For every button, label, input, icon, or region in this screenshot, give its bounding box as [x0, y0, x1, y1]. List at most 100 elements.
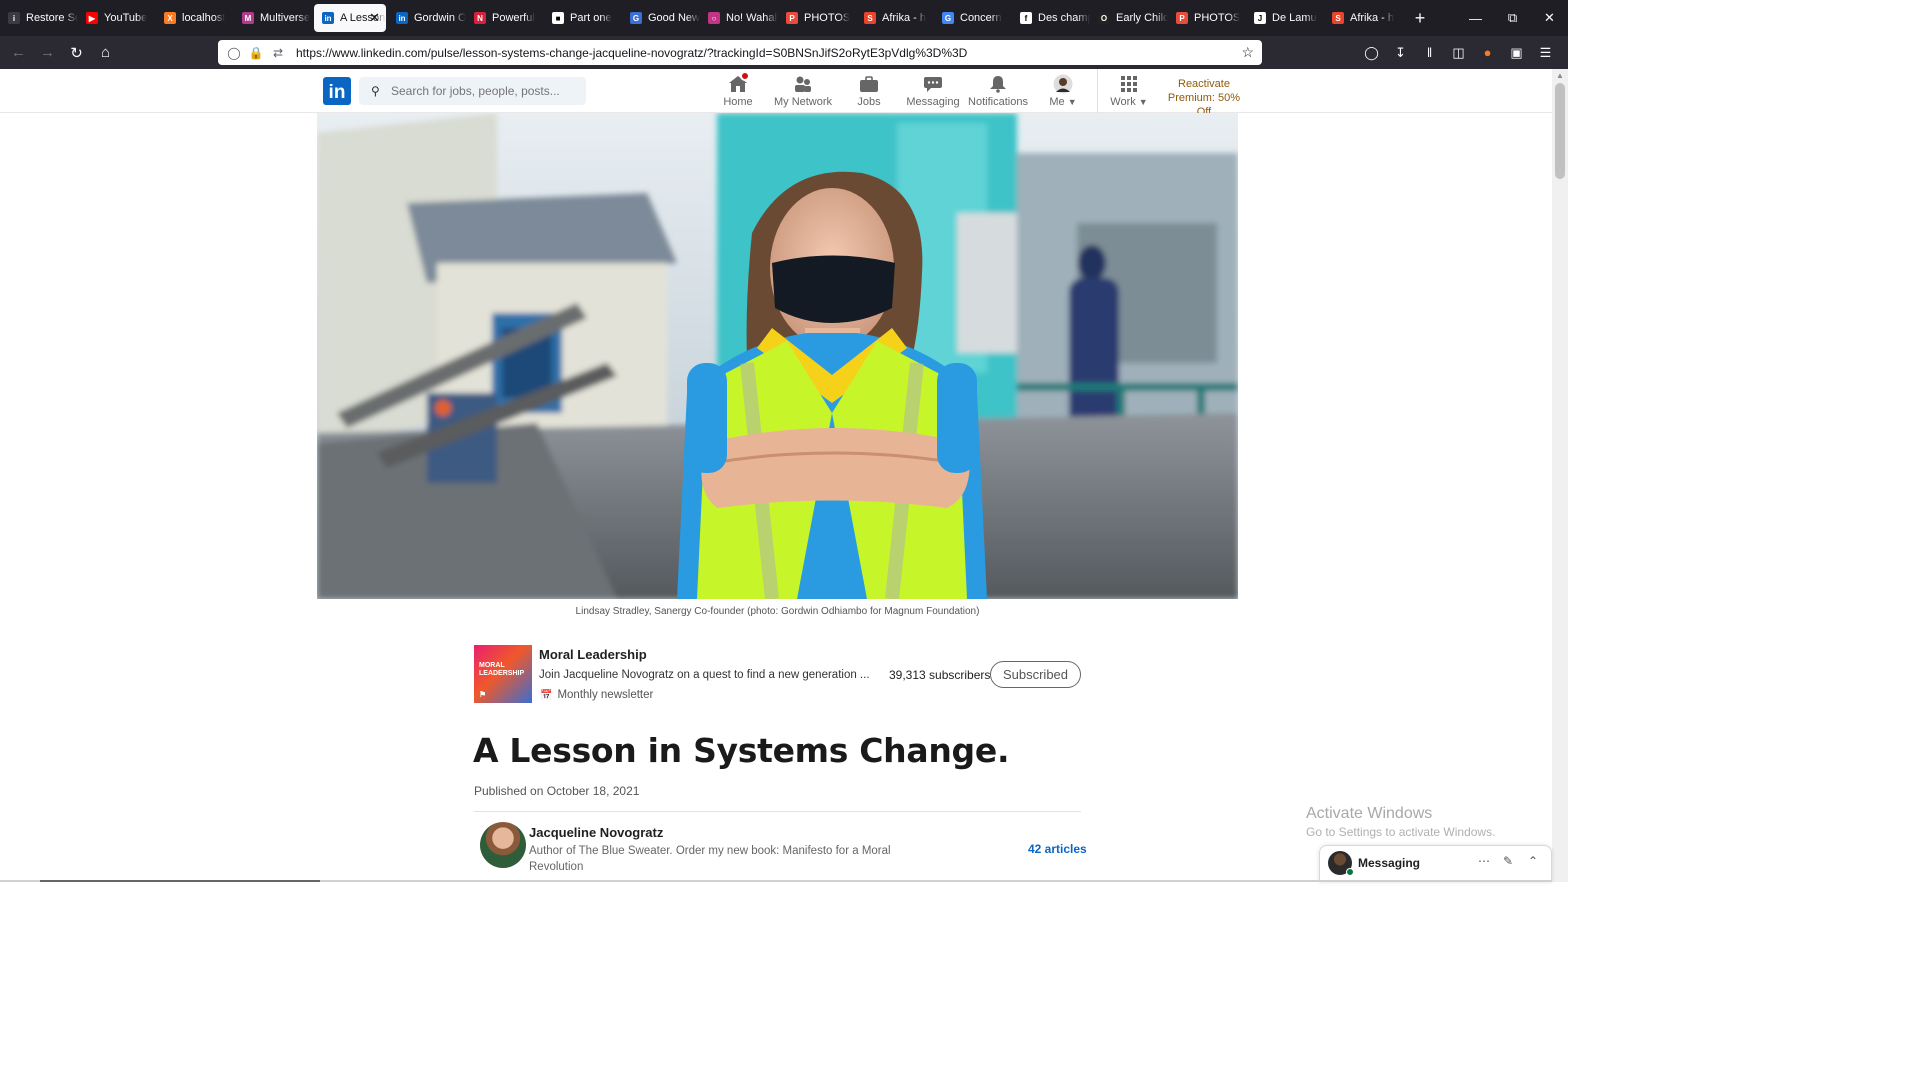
nav-work[interactable]: Work ▼	[1109, 69, 1149, 113]
tab-title: PHOTOS	[1194, 12, 1241, 24]
tab-title: Gordwin Odhiambo	[414, 12, 466, 24]
tab-title: Afrika - h	[1350, 12, 1395, 24]
search-input[interactable]	[391, 84, 571, 98]
nav-messaging[interactable]: Messaging	[906, 69, 960, 113]
browser-tab[interactable]: J De Lamu	[1246, 0, 1324, 36]
notification-badge	[740, 71, 750, 81]
nav-label: Messaging	[906, 96, 960, 108]
new-tab-button[interactable]: +	[1410, 8, 1430, 29]
article-hero-image	[317, 113, 1238, 599]
extension-icon[interactable]: ▣	[1502, 38, 1531, 67]
tab-title: De Lamu	[1272, 12, 1317, 24]
sidebar-icon[interactable]: ◫	[1444, 38, 1473, 67]
browser-tab[interactable]: S Afrika - h	[1324, 0, 1402, 36]
browser-tab[interactable]: S Afrika - h	[856, 0, 934, 36]
permissions-icon[interactable]: ⇄	[270, 45, 286, 61]
browser-tab[interactable]: G Good News	[622, 0, 700, 36]
nav-me[interactable]: Me ▼	[1048, 69, 1078, 113]
close-window-icon[interactable]: ✕	[1531, 0, 1568, 36]
bookmark-star-icon[interactable]: ☆	[1241, 44, 1254, 61]
published-date: Published on October 18, 2021	[474, 784, 640, 798]
scrollbar-thumb[interactable]	[1555, 83, 1565, 179]
tab-title: Good News	[648, 12, 700, 24]
shield-icon[interactable]: ◯	[226, 45, 242, 61]
menu-icon[interactable]: ☰	[1531, 38, 1560, 67]
linkedin-icon: in	[322, 12, 334, 24]
bottom-edge-segment	[40, 880, 320, 882]
calendar-icon: 📅	[540, 689, 553, 701]
browser-tab[interactable]: i Restore Session	[0, 0, 78, 36]
browser-tab[interactable]: G Concern	[934, 0, 1012, 36]
browser-tab[interactable]: Xlocalhost	[156, 0, 234, 36]
messaging-icon	[921, 74, 945, 94]
newsletter-title[interactable]: Moral Leadership	[539, 647, 647, 662]
s-icon: S	[1332, 12, 1344, 24]
home-icon[interactable]: ⌂	[91, 38, 120, 67]
tab-title: Part one	[570, 12, 612, 24]
browser-tab[interactable]: f Des champs	[1012, 0, 1090, 36]
linkedin-logo[interactable]: in	[323, 77, 351, 105]
more-options-icon[interactable]: ⋯	[1478, 854, 1490, 868]
nav-my-network[interactable]: My Network	[773, 69, 833, 113]
tab-title: Des champs	[1038, 12, 1090, 24]
messaging-widget[interactable]: Messaging ⋯ ✎ ⌃	[1319, 845, 1552, 882]
premium-line-1: Reactivate	[1178, 78, 1230, 90]
scroll-up-arrow-icon[interactable]: ▲	[1556, 71, 1564, 80]
reload-icon[interactable]: ↻	[62, 38, 91, 67]
messaging-title[interactable]: Messaging	[1358, 856, 1420, 870]
browser-tab[interactable]: N Powerful	[466, 0, 544, 36]
browser-tab[interactable]: ○ No! Wahala	[700, 0, 778, 36]
browser-tab[interactable]: O Early Childhood	[1090, 0, 1168, 36]
tab-title: Concern	[960, 12, 1002, 24]
url-bar[interactable]: ◯ 🔒 ⇄ https://www.linkedin.com/pulse/les…	[218, 40, 1262, 65]
tab-title: YouTube	[104, 12, 148, 24]
browser-tab[interactable]: ■ Part one	[544, 0, 622, 36]
mark-icon: ⚑	[479, 690, 487, 699]
browser-tab[interactable]: P PHOTOS	[1168, 0, 1246, 36]
extension-icon[interactable]: ●	[1473, 38, 1502, 67]
pocket-icon[interactable]: ◯	[1357, 38, 1386, 67]
activate-windows-subtitle: Go to Settings to activate Windows.	[1306, 825, 1496, 839]
image-caption: Lindsay Stradley, Sanergy Co-founder (ph…	[575, 606, 980, 617]
search-box[interactable]: ⚲	[359, 77, 586, 105]
doc-icon: ■	[552, 12, 564, 24]
browser-tab[interactable]: P PHOTOS	[778, 0, 856, 36]
browser-tab[interactable]: ▶ YouTube	[78, 0, 156, 36]
youtube-icon: ▶	[86, 12, 98, 24]
bell-icon	[986, 74, 1010, 94]
browser-tab-strip: i Restore Session ▶ YouTube Xlocalhost M Multi…	[0, 0, 1568, 36]
newsletter-thumbnail[interactable]: MORAL LEADERSHIP ⚑	[474, 645, 532, 703]
restore-icon[interactable]: ⧉	[1494, 0, 1531, 36]
minimize-icon[interactable]: —	[1457, 0, 1494, 36]
close-tab-icon[interactable]: ✕	[369, 10, 380, 26]
home-icon	[726, 71, 750, 94]
browser-tab[interactable]: in Gordwin Odhiambo	[388, 0, 466, 36]
author-avatar[interactable]	[480, 822, 526, 868]
browser-tab[interactable]: M Multiverse	[234, 0, 312, 36]
nav-home[interactable]: Home	[720, 69, 756, 113]
nav-jobs[interactable]: Jobs	[854, 69, 884, 113]
compose-icon[interactable]: ✎	[1503, 854, 1513, 868]
tab-title: Multiverse	[260, 12, 311, 24]
author-name[interactable]: Jacqueline Novogratz	[529, 825, 663, 840]
url-text[interactable]: https://www.linkedin.com/pulse/lesson-sy…	[296, 46, 967, 60]
jn-icon: J	[1254, 12, 1266, 24]
chevron-up-icon[interactable]: ⌃	[1528, 854, 1538, 868]
nav-label: Jobs	[857, 96, 881, 108]
subscribed-button[interactable]: Subscribed	[990, 661, 1081, 688]
author-articles-link[interactable]: 42 articles	[1028, 842, 1087, 856]
tab-title: PHOTOS	[804, 12, 851, 24]
window-controls: — ⧉ ✕	[1457, 0, 1568, 36]
nav-label: Work	[1110, 96, 1136, 108]
browser-navbar: ← → ↻ ⌂ ◯ 🔒 ⇄ https://www.linkedin.com/p…	[0, 36, 1568, 69]
back-icon[interactable]: ←	[4, 38, 33, 67]
download-icon[interactable]: ↧	[1386, 38, 1415, 67]
page-scrollbar[interactable]: ▲	[1552, 69, 1568, 882]
tab-title: Restore Session	[26, 12, 78, 24]
lock-icon[interactable]: 🔒	[248, 45, 264, 61]
tab-active[interactable]: inA Lesson in Systems Change✕	[314, 4, 386, 32]
tab-title: Early Childhood	[1116, 12, 1168, 24]
library-icon[interactable]: ‖	[1415, 38, 1444, 67]
nav-notifications[interactable]: Notifications	[968, 69, 1028, 113]
forward-icon[interactable]: →	[33, 38, 62, 67]
